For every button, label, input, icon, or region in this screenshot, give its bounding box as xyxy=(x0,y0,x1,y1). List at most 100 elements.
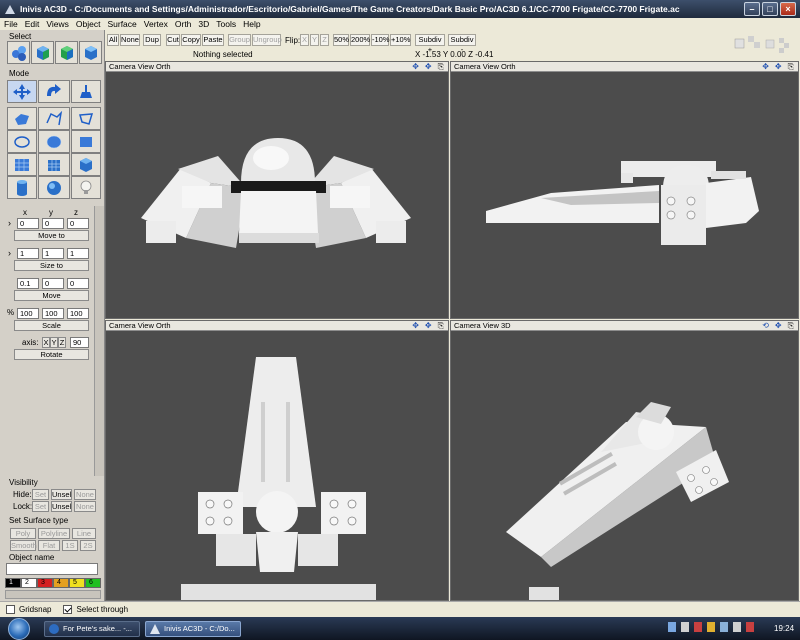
tray-alert-icon[interactable] xyxy=(746,622,754,632)
palette-swatch[interactable]: 2 xyxy=(21,578,37,588)
menu-views[interactable]: Views xyxy=(46,19,69,29)
move-view-icon[interactable]: ✥ xyxy=(412,322,419,330)
cut-button[interactable]: Cut xyxy=(166,34,180,46)
palette-scrollbar[interactable] xyxy=(5,590,101,599)
panel-scrollbar[interactable] xyxy=(94,206,104,476)
palette-swatch[interactable]: 1 xyxy=(5,578,21,588)
subdiv-plus-button[interactable]: Subdiv + xyxy=(415,34,445,54)
flip-x-button[interactable]: X xyxy=(300,34,309,46)
palette-swatch[interactable]: 5 xyxy=(69,578,85,588)
surface-line-button[interactable]: Line xyxy=(72,528,96,539)
surface-poly-button[interactable]: Poly xyxy=(10,528,36,539)
size-y-field[interactable]: 1 xyxy=(42,248,64,259)
paste-button[interactable]: Paste xyxy=(202,34,224,46)
select-surface-tool[interactable] xyxy=(79,41,102,64)
tray-tool-icon[interactable] xyxy=(681,622,689,632)
surface-polyline-button[interactable]: Polyline xyxy=(38,528,70,539)
select-object-tool[interactable] xyxy=(31,41,54,64)
move-y-field[interactable]: 0 xyxy=(42,218,64,229)
subdiv-minus-button[interactable]: Subdiv - xyxy=(448,34,476,54)
draw-ellipse-icon[interactable] xyxy=(7,130,37,153)
tray-security-icon[interactable] xyxy=(694,622,702,632)
tray-app-icon[interactable] xyxy=(668,622,676,632)
menu-edit[interactable]: Edit xyxy=(25,19,40,29)
duplicate-button[interactable]: Dup xyxy=(143,34,161,46)
size-to-button[interactable]: Size to xyxy=(14,260,89,271)
maximize-button[interactable]: □ xyxy=(762,2,778,16)
move-delta-z-field[interactable]: 0 xyxy=(67,278,89,289)
move-mode-icon[interactable] xyxy=(7,80,37,103)
move-to-button[interactable]: Move to xyxy=(14,230,89,241)
flip-y-button[interactable]: Y xyxy=(310,34,319,46)
scale-y-field[interactable]: 100 xyxy=(42,308,64,319)
flip-z-button[interactable]: Z xyxy=(320,34,329,46)
select-all-button[interactable]: All xyxy=(107,34,119,46)
view-options-icon[interactable]: ⎘ xyxy=(438,63,444,71)
palette-swatch[interactable]: 4 xyxy=(53,578,69,588)
viewport-top-left[interactable]: Camera View Orth ✥ ✥ ⎘ xyxy=(105,61,449,319)
viewport-bottom-left[interactable]: Camera View Orth ✥ ✥ ⎘ xyxy=(105,320,449,601)
tray-network-icon[interactable] xyxy=(707,622,715,632)
select-vertex-tool[interactable] xyxy=(7,41,30,64)
minimize-button[interactable]: – xyxy=(744,2,760,16)
surface-1s-button[interactable]: 1S xyxy=(62,540,78,551)
axis-x-toggle[interactable]: X xyxy=(42,337,50,348)
draw-cylinder-icon[interactable] xyxy=(7,176,37,199)
select-none-button[interactable]: None xyxy=(120,34,140,46)
group-button[interactable]: Group xyxy=(228,34,251,46)
lock-unsel-button[interactable]: Unsel xyxy=(51,501,72,512)
draw-grid-box-icon[interactable] xyxy=(38,153,70,176)
palette-swatch[interactable]: 3 xyxy=(37,578,53,588)
surface-smooth-button[interactable]: Smooth xyxy=(10,540,37,551)
draw-disk-icon[interactable] xyxy=(38,130,70,153)
color-palette[interactable]: 123456 xyxy=(5,578,101,588)
zoom-200-button[interactable]: 200% xyxy=(350,34,370,46)
select-group-tool[interactable] xyxy=(55,41,78,64)
draw-polygon-icon[interactable] xyxy=(7,107,37,130)
view-options-icon[interactable]: ⎘ xyxy=(788,322,794,330)
start-button[interactable] xyxy=(8,618,30,640)
object-name-field[interactable] xyxy=(6,563,98,575)
rotate-mode-icon[interactable] xyxy=(38,80,70,103)
copy-button[interactable]: Copy xyxy=(181,34,201,46)
scale-up-10-button[interactable]: +10% xyxy=(390,34,411,46)
menu-tools[interactable]: Tools xyxy=(216,19,236,29)
rotate-button[interactable]: Rotate xyxy=(14,349,89,360)
view-layout-icons[interactable] xyxy=(733,34,793,56)
draw-line-icon[interactable] xyxy=(71,107,101,130)
rotate-angle-field[interactable]: 90 xyxy=(70,337,89,348)
move-delta-y-field[interactable]: 0 xyxy=(42,278,64,289)
scale-x-field[interactable]: 100 xyxy=(17,308,39,319)
move-button[interactable]: Move xyxy=(14,290,89,301)
draw-rectangle-icon[interactable] xyxy=(71,130,101,153)
tray-volume-icon[interactable] xyxy=(720,622,728,632)
lock-set-button[interactable]: Set xyxy=(32,501,49,512)
hide-unsel-button[interactable]: Unsel xyxy=(51,489,72,500)
surface-flat-button[interactable]: Flat xyxy=(38,540,60,551)
viewport-bottom-right[interactable]: Camera View 3D ⟲ ✥ ⎘ xyxy=(450,320,799,601)
move-z-field[interactable]: 0 xyxy=(67,218,89,229)
zoom-50-button[interactable]: 50% xyxy=(333,34,349,46)
scale-button[interactable]: Scale xyxy=(14,320,89,331)
scale-down-10-button[interactable]: -10% xyxy=(371,34,390,46)
draw-sphere-icon[interactable] xyxy=(38,176,70,199)
tray-update-icon[interactable] xyxy=(733,622,741,632)
taskbar-item-ac3d[interactable]: Inivis AC3D - C:/Do... xyxy=(145,621,241,637)
size-z-field[interactable]: 1 xyxy=(67,248,89,259)
move-view-icon[interactable]: ✥ xyxy=(762,63,769,71)
axis-y-toggle[interactable]: Y xyxy=(50,337,58,348)
draw-box-icon[interactable] xyxy=(71,153,101,176)
menu-vertex[interactable]: Vertex xyxy=(144,19,168,29)
rotate-view-icon[interactable]: ⟲ xyxy=(762,322,769,330)
lock-none-button[interactable]: None xyxy=(74,501,96,512)
menu-3d[interactable]: 3D xyxy=(198,19,209,29)
zoom-view-icon[interactable]: ✥ xyxy=(425,322,432,330)
move-delta-x-field[interactable]: 0.1 xyxy=(17,278,39,289)
gridsnap-checkbox[interactable] xyxy=(6,605,15,614)
hide-set-button[interactable]: Set xyxy=(32,489,49,500)
draw-polyline-icon[interactable] xyxy=(38,107,70,130)
zoom-view-icon[interactable]: ✥ xyxy=(425,63,432,71)
zoom-view-icon[interactable]: ✥ xyxy=(775,63,782,71)
ungroup-button[interactable]: Ungroup xyxy=(252,34,282,46)
menu-object[interactable]: Object xyxy=(76,19,101,29)
